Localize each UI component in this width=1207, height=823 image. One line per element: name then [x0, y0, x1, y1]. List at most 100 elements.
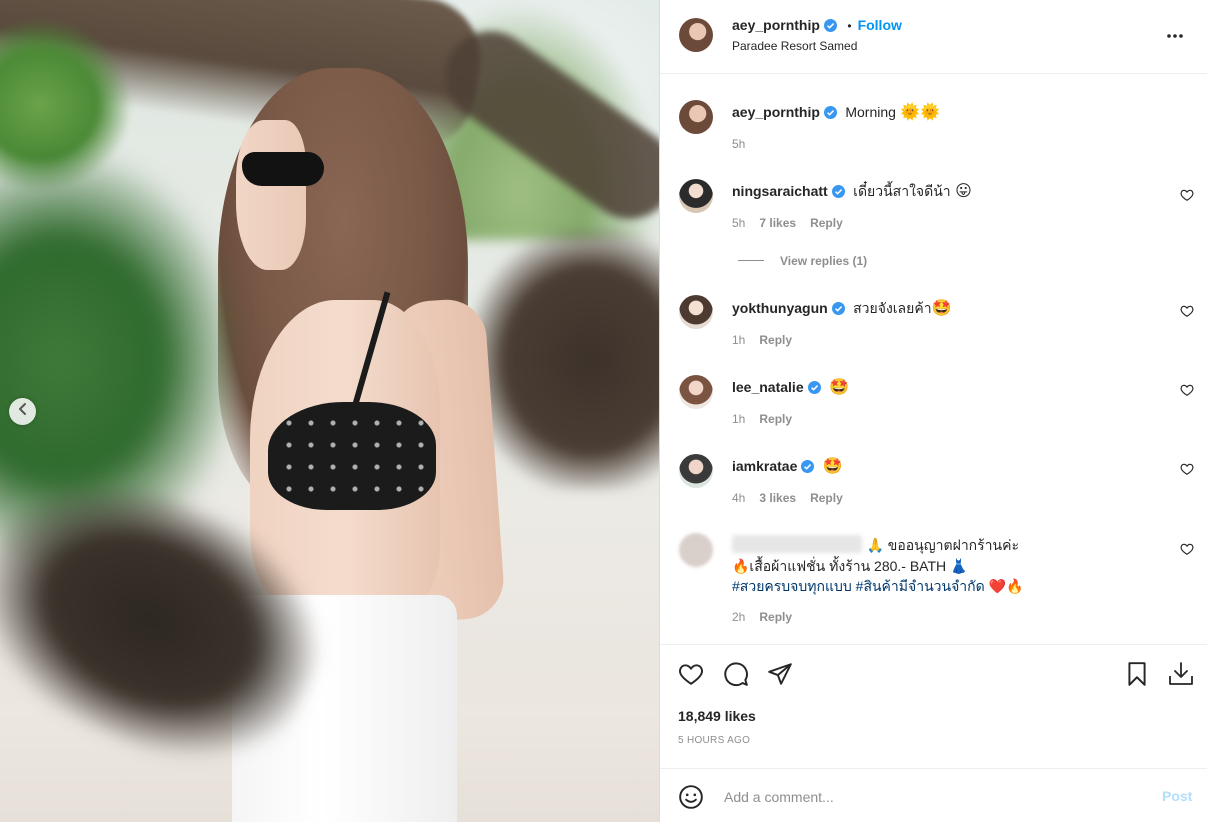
verified-badge-icon [831, 185, 845, 203]
comment-like-button[interactable] [1180, 383, 1194, 402]
comment-emoji: 🤩 [829, 377, 849, 396]
comment-meta: 4h 3 likes Reply [732, 491, 857, 505]
comment-text: สวยจังเลยค้า [853, 300, 932, 316]
comment: iamkratae 🤩 [732, 456, 843, 478]
avatar[interactable] [679, 295, 713, 329]
caption-username[interactable]: aey_pornthip [732, 104, 820, 120]
post-panel: aey_pornthip • Follow Paradee Resort Same… [659, 0, 1207, 822]
comment-line: #สวยครบจบทุกแบบ #สินค้ามีจำนวนจำกัด ❤️🔥 [732, 576, 1162, 597]
comment-username[interactable]: iamkratae [732, 458, 797, 474]
comment-meta: 5h 7 likes Reply [732, 216, 857, 230]
photo-sunglasses [242, 152, 324, 186]
comment-icon [723, 662, 749, 691]
caption-emoji: 🌞🌞 [900, 102, 941, 121]
post-timestamp[interactable]: 5 HOURS AGO [678, 735, 750, 746]
comment-username[interactable]: yokthunyagun [732, 300, 828, 316]
avatar[interactable] [679, 454, 713, 488]
comment-like-button[interactable] [1180, 304, 1194, 323]
share-button[interactable] [767, 661, 793, 692]
comment-bar: Post [660, 768, 1207, 823]
follow-button[interactable]: Follow [858, 17, 902, 33]
reply-button[interactable]: Reply [759, 412, 792, 426]
caption-meta: 5h [732, 137, 759, 151]
comment-line: 🙏 ขออนุญาตฝากร้านค่ะ [866, 537, 1019, 553]
comment-username[interactable]: ningsaraichatt [732, 183, 828, 199]
comment-meta: 1h Reply [732, 412, 806, 426]
bookmark-icon [1124, 662, 1150, 691]
owner-line: aey_pornthip • Follow [732, 17, 902, 37]
view-replies[interactable]: View replies (1) [738, 254, 867, 268]
comment-time[interactable]: 4h [732, 491, 745, 505]
verified-badge-icon [823, 19, 837, 37]
comment: 🙏 ขออนุญาตฝากร้านค่ะ 🔥เสื้อผ้าแฟชั่น ทั้… [732, 535, 1162, 597]
more-options-button[interactable] [1165, 26, 1185, 51]
avatar[interactable] [679, 533, 713, 567]
hashtag-link[interactable]: #สวยครบจบทุกแบบ [732, 578, 852, 594]
comment-input[interactable] [722, 783, 1126, 811]
download-button[interactable] [1166, 659, 1196, 694]
separator-dot: • [847, 19, 852, 33]
owner-username[interactable]: aey_pornthip [732, 17, 820, 33]
comment-emoji: 😛 [955, 181, 972, 200]
comment-time[interactable]: 1h [732, 412, 745, 426]
avatar[interactable] [679, 100, 713, 134]
comment-likes[interactable]: 7 likes [759, 216, 796, 230]
avatar[interactable] [679, 18, 713, 52]
caption-text: Morning [845, 104, 896, 120]
comment-line: 🔥เสื้อผ้าแฟชั่น ทั้งร้าน 280.- BATH 👗 [732, 558, 968, 574]
blurred-username[interactable] [732, 535, 862, 553]
heart-icon [1180, 543, 1194, 560]
comment-like-button[interactable] [1180, 542, 1194, 561]
verified-badge-icon [823, 106, 837, 124]
view-replies-label[interactable]: View replies (1) [780, 254, 867, 268]
reply-button[interactable]: Reply [759, 610, 792, 624]
reply-button[interactable]: Reply [810, 216, 843, 230]
comment: ningsaraichatt เดี๋ยวนี้สาใจดีน้า 😛 [732, 181, 972, 203]
share-icon [767, 663, 793, 691]
comment-emoji: 🤩 [822, 456, 843, 475]
post-actions [660, 644, 1207, 686]
save-button[interactable] [1124, 661, 1150, 692]
comment-button[interactable] [723, 661, 749, 692]
avatar[interactable] [679, 179, 713, 213]
comment-meta: 1h Reply [732, 333, 806, 347]
comment-time[interactable]: 2h [732, 610, 745, 624]
hashtag-link[interactable]: #สินค้ามีจำนวนจำกัด [856, 578, 985, 594]
comment-emoji: ❤️🔥 [988, 579, 1024, 595]
post-photo[interactable] [0, 0, 659, 822]
more-icon [1165, 33, 1185, 50]
avatar[interactable] [679, 375, 713, 409]
comment-likes[interactable]: 3 likes [759, 491, 796, 505]
verified-badge-icon [807, 381, 821, 399]
caption-time[interactable]: 5h [732, 137, 745, 151]
post-header: aey_pornthip • Follow Paradee Resort Same… [660, 0, 1207, 74]
comment-username[interactable]: lee_natalie [732, 379, 804, 395]
location-link[interactable]: Paradee Resort Samed [732, 39, 857, 53]
chevron-left-icon [16, 402, 30, 421]
emoji-button[interactable] [678, 784, 704, 815]
comment: lee_natalie 🤩 [732, 377, 849, 399]
heart-icon [1180, 189, 1194, 206]
likes-count[interactable]: 18,849 likes [678, 708, 756, 724]
comment-time[interactable]: 1h [732, 333, 745, 347]
caption: aey_pornthip Morning 🌞🌞 [732, 102, 940, 124]
photo-bikini [268, 402, 436, 510]
reply-button[interactable]: Reply [810, 491, 843, 505]
verified-badge-icon [801, 460, 815, 478]
post-comment-button[interactable]: Post [1162, 788, 1192, 804]
like-button[interactable] [678, 661, 704, 692]
download-icon [1166, 662, 1196, 693]
verified-badge-icon [831, 302, 845, 320]
replies-line [738, 260, 764, 261]
photo-face [236, 120, 306, 270]
heart-icon [1180, 384, 1194, 401]
comment-text: เดี๋ยวนี้สาใจดีน้า [853, 183, 951, 199]
reply-button[interactable]: Reply [759, 333, 792, 347]
heart-icon [678, 664, 704, 691]
comment-like-button[interactable] [1180, 188, 1194, 207]
comment-time[interactable]: 5h [732, 216, 745, 230]
carousel-prev-button[interactable] [9, 398, 36, 425]
heart-icon [1180, 305, 1194, 322]
comment-like-button[interactable] [1180, 462, 1194, 481]
emoji-icon [678, 785, 704, 814]
